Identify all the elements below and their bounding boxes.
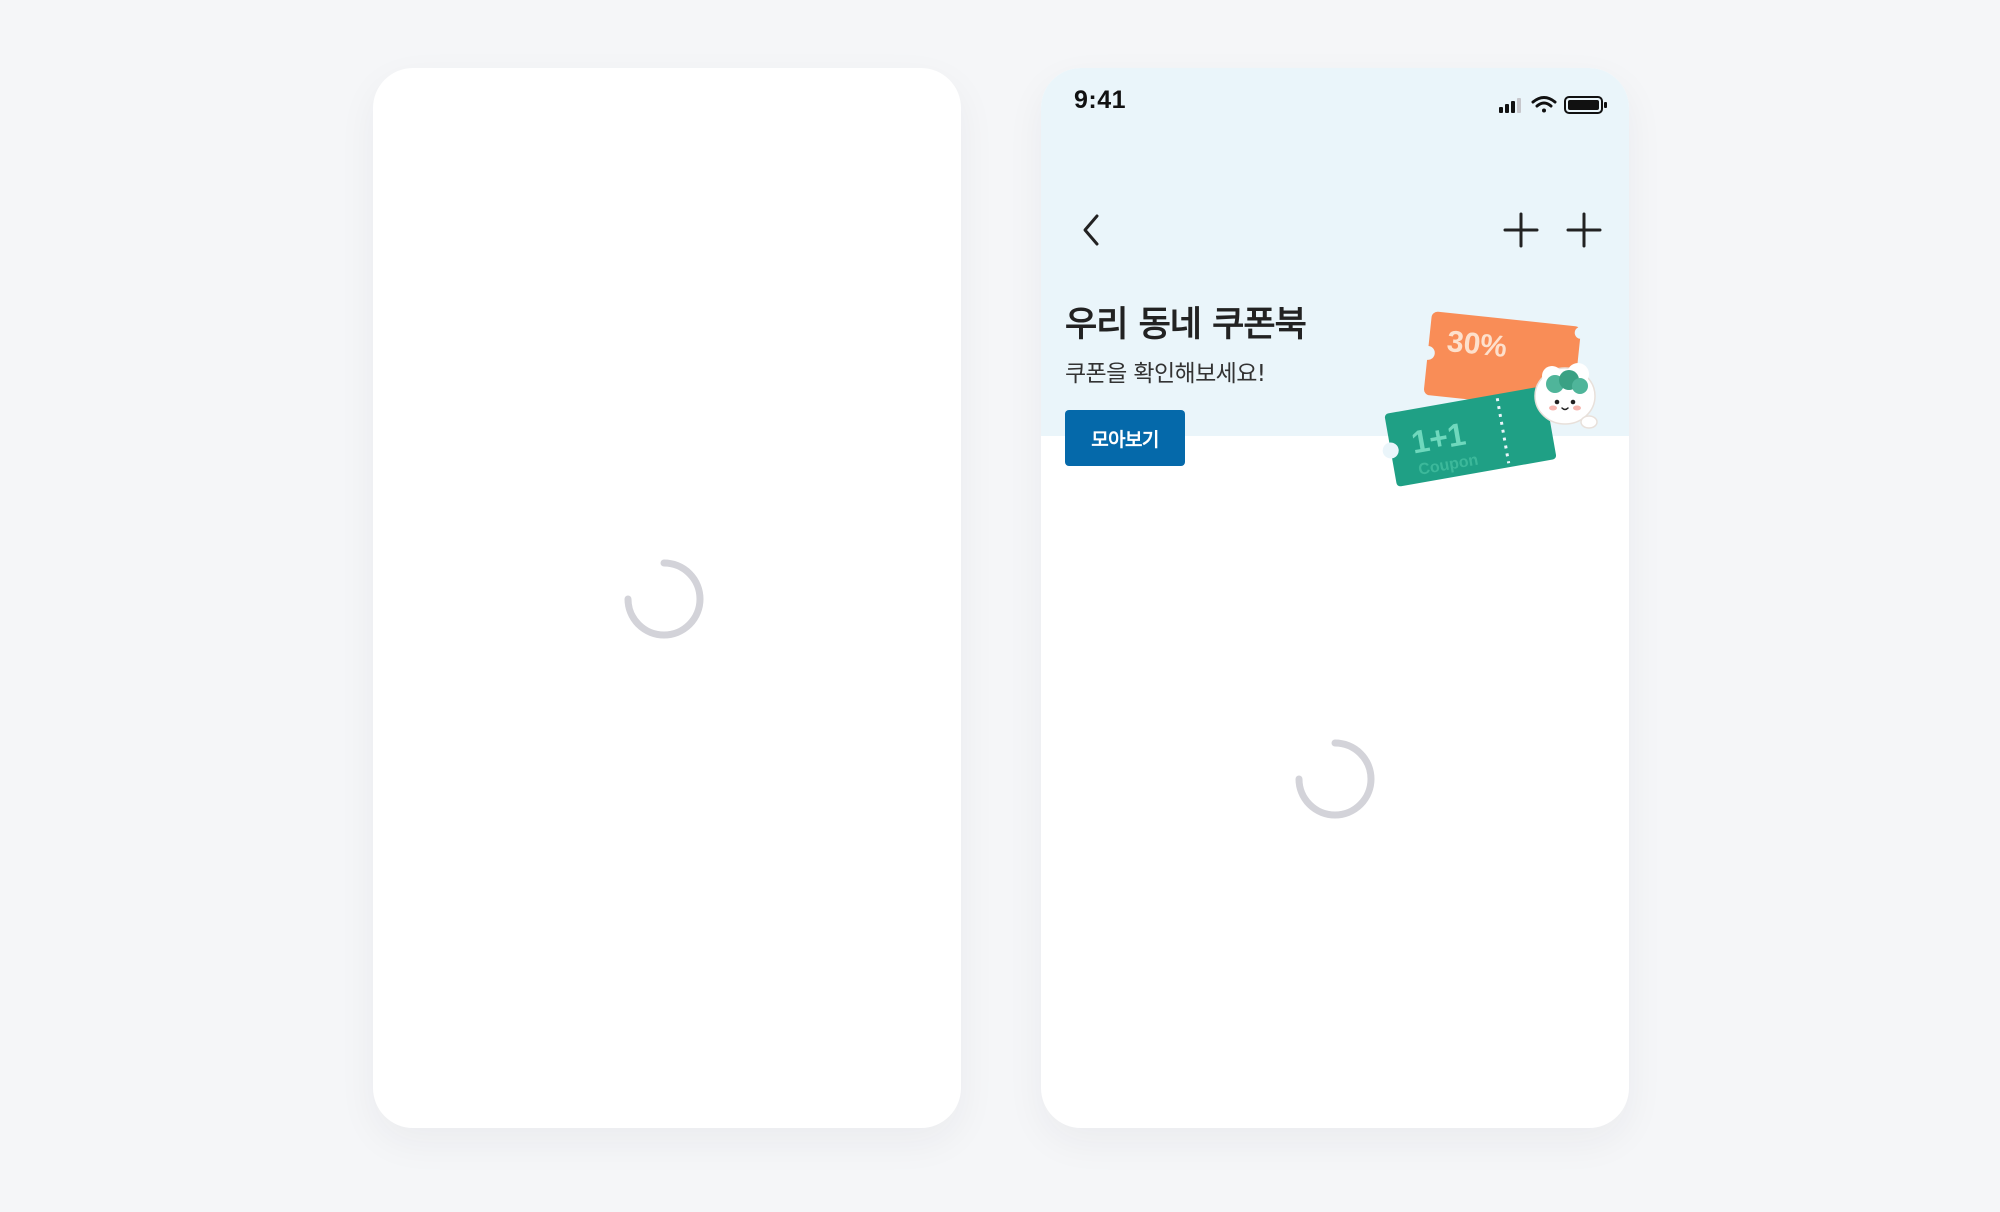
banner-title: 우리 동네 쿠폰북 (1065, 305, 1307, 345)
coupon-illustration: 30% 1+1 Coupon (1382, 311, 1598, 487)
plus-icon[interactable] (1562, 208, 1606, 252)
status-bar: 9:41 (1041, 68, 1629, 138)
battery-icon (1564, 96, 1607, 114)
banner-subtitle: 쿠폰을 확인해보세요! (1065, 361, 1266, 387)
top-nav-bar (1041, 208, 1629, 268)
status-icons (1499, 96, 1607, 114)
status-time: 9:41 (1074, 86, 1127, 114)
left-phone-screen (373, 68, 961, 1128)
right-phone-screen: 9:41 우리 동네 쿠폰북 쿠폰을 확인해보세요! 모아보기 30% 1+1 … (1041, 68, 1629, 1128)
back-chevron-icon[interactable] (1069, 208, 1113, 252)
green-coupon-ticket: 1+1 Coupon (1382, 386, 1557, 487)
plus-icon[interactable] (1499, 208, 1543, 252)
view-all-button[interactable]: 모아보기 (1065, 410, 1185, 466)
wifi-icon (1531, 96, 1557, 113)
cellular-signal-icon (1499, 98, 1521, 113)
coupon-discount-text: 30% (1445, 325, 1508, 364)
loading-spinner-icon (1295, 739, 1375, 819)
loading-spinner-icon (624, 559, 704, 639)
coupon-book-banner: 9:41 우리 동네 쿠폰북 쿠폰을 확인해보세요! 모아보기 30% 1+1 … (1041, 68, 1629, 487)
